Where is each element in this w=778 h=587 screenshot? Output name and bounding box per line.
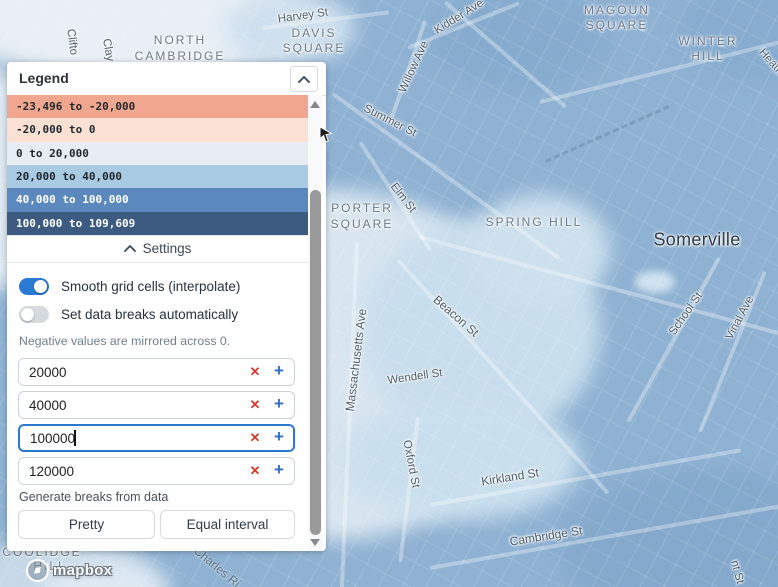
text-caret	[74, 430, 76, 446]
legend-bucket: -20,000 to 0	[7, 118, 308, 142]
map-label-somerville: Somerville	[653, 229, 741, 250]
chevron-up-icon	[298, 75, 310, 83]
map-label-north-cambridge: NORTH	[153, 33, 207, 47]
mapbox-logo-icon	[26, 559, 49, 582]
toggle-knob	[34, 279, 47, 293]
mouse-cursor	[319, 126, 333, 143]
auto-breaks-toggle[interactable]	[19, 305, 49, 323]
break-row: ✕ +	[18, 391, 295, 419]
smooth-grid-label: Smooth grid cells (interpolate)	[61, 278, 241, 294]
chevron-up-icon	[123, 245, 136, 252]
smooth-grid-row: Smooth grid cells (interpolate)	[19, 276, 240, 296]
map-label-winter-hill: HILL	[691, 49, 725, 63]
toggle-knob	[21, 307, 34, 321]
scroll-down-arrow[interactable]	[308, 535, 322, 549]
remove-break-button[interactable]: ✕	[246, 462, 264, 480]
auto-breaks-label: Set data breaks automatically	[61, 306, 239, 322]
equal-interval-button[interactable]: Equal interval	[160, 510, 295, 539]
legend-bucket: 100,000 to 109,609	[7, 211, 308, 235]
triangle-up-icon	[310, 100, 320, 108]
remove-break-button[interactable]: ✕	[246, 396, 264, 414]
legend-header: Legend	[7, 62, 326, 95]
legend-panel: Legend -23,496 to -20,000 -20,000 to 0 0…	[7, 62, 326, 551]
smooth-grid-toggle[interactable]	[19, 277, 49, 295]
break-row: ✕ +	[18, 424, 295, 452]
map-label-davis-square: DAVIS	[291, 26, 337, 40]
add-break-button[interactable]: +	[270, 394, 288, 414]
scrollbar-thumb[interactable]	[309, 190, 321, 535]
mapbox-attribution[interactable]: mapbox	[26, 559, 112, 582]
legend-color-scale: -23,496 to -20,000 -20,000 to 0 0 to 20,…	[7, 95, 308, 235]
mirror-note: Negative values are mirrored across 0.	[19, 334, 231, 348]
pretty-button[interactable]: Pretty	[18, 510, 155, 539]
map-label-porter-square: SQUARE	[330, 217, 394, 231]
add-break-button[interactable]: +	[270, 427, 288, 447]
mapbox-arrow-icon	[34, 567, 41, 574]
map-label-north-cambridge: CAMBRIDGE	[134, 49, 226, 63]
panel-scrollbar[interactable]	[308, 95, 322, 551]
map-label-magoun-square: MAGOUN	[584, 3, 650, 17]
add-break-button[interactable]: +	[270, 361, 288, 381]
settings-label: Settings	[142, 241, 192, 256]
legend-bucket: -23,496 to -20,000	[7, 95, 308, 119]
remove-break-button[interactable]: ✕	[246, 363, 264, 381]
divider	[7, 262, 308, 263]
legend-bucket: 40,000 to 100,000	[7, 188, 308, 212]
settings-section-toggle[interactable]: Settings	[7, 235, 308, 262]
legend-bucket: 0 to 20,000	[7, 141, 308, 165]
auto-breaks-row: Set data breaks automatically	[19, 304, 238, 324]
map-label-davis-square: SQUARE	[282, 41, 346, 55]
map-label-winter-hill: WINTER	[678, 34, 738, 48]
scroll-up-arrow[interactable]	[308, 97, 322, 111]
map-label-spring-hill: SPRING HILL	[485, 215, 583, 229]
mapbox-wordmark: mapbox	[53, 562, 113, 579]
generate-breaks-label: Generate breaks from data	[19, 490, 169, 504]
break-row: ✕ +	[18, 358, 295, 386]
legend-title: Legend	[19, 70, 69, 86]
collapse-panel-button[interactable]	[290, 66, 318, 92]
legend-bucket: 20,000 to 40,000	[7, 164, 308, 189]
map-label-magoun-square: SQUARE	[585, 18, 649, 32]
triangle-down-icon	[310, 538, 320, 546]
break-row: ✕ +	[18, 457, 295, 485]
remove-break-button[interactable]: ✕	[246, 429, 264, 447]
map-label-porter-square: PORTER	[331, 201, 393, 215]
add-break-button[interactable]: +	[270, 460, 288, 480]
